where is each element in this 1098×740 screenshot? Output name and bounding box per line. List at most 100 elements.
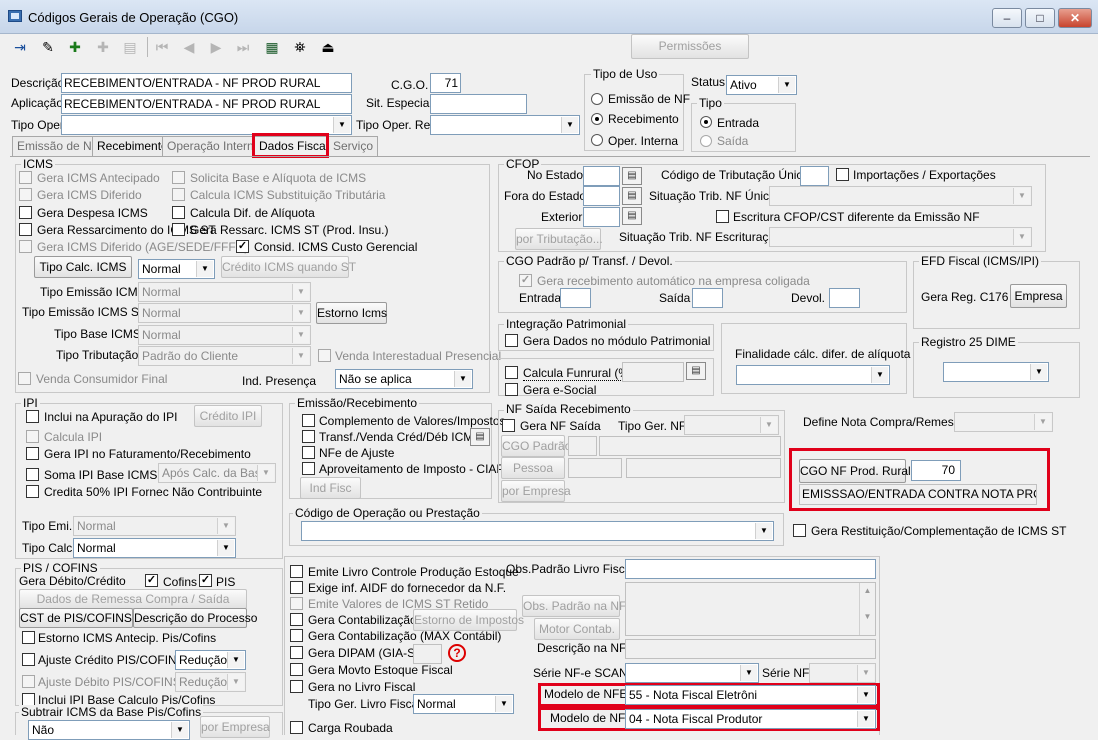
new-record-icon[interactable]: ✚ xyxy=(63,35,87,59)
codigo-operacao-select[interactable]: ▼ xyxy=(301,521,774,541)
fora-estado-label: Fora do Estado xyxy=(504,189,587,203)
search-binoculars-icon[interactable]: ⛯ xyxy=(288,35,312,59)
aplicacao-field[interactable]: RECEBIMENTO/ENTRADA - NF PROD RURAL xyxy=(61,94,352,114)
subtrair-select[interactable]: Não ▼ xyxy=(28,720,190,740)
tab-servico[interactable]: Serviço xyxy=(328,136,379,156)
cgo-nf-prod-rural-button[interactable]: CGO NF Prod. Rural xyxy=(799,459,911,483)
cgo-field[interactable]: 71 xyxy=(430,73,461,93)
minimize-button[interactable]: – xyxy=(992,8,1022,28)
efd-empresa-button[interactable]: Empresa xyxy=(1010,284,1067,308)
importacoes-checkbox[interactable] xyxy=(836,168,849,181)
obs-padrao-livro-field[interactable] xyxy=(625,559,876,579)
cgo-entrada-field[interactable] xyxy=(560,288,591,308)
aproveitamento-ciap-checkbox[interactable] xyxy=(302,462,315,475)
gera-movto-estoque-checkbox[interactable] xyxy=(290,663,303,676)
status-select[interactable]: Ativo ▼ xyxy=(726,75,797,95)
credita-50-ipi-checkbox[interactable] xyxy=(26,485,39,498)
gera-ressarcimento-icms-st-checkbox[interactable] xyxy=(19,223,32,236)
ind-presenca-select[interactable]: Não se aplica ▼ xyxy=(335,369,473,389)
tab-emissao-nf[interactable]: Emissão de NF xyxy=(12,136,105,156)
funrural-percent-field xyxy=(622,362,684,382)
sit-especial-field[interactable] xyxy=(430,94,527,114)
close-button[interactable]: ✕ xyxy=(1058,8,1092,28)
nfe-ajuste-checkbox[interactable] xyxy=(302,446,315,459)
emite-livro-controle-checkbox[interactable] xyxy=(290,565,303,578)
no-estado-list-icon[interactable]: ▤ xyxy=(622,167,642,185)
cgo-entrada-label: Entrada xyxy=(519,291,562,305)
radio-recebimento[interactable] xyxy=(591,113,603,125)
cofins-checkbox[interactable]: ✓ xyxy=(145,574,158,587)
next-record-icon: ▶ xyxy=(210,39,222,55)
tipo-calc-icms-select[interactable]: Normal ▼ xyxy=(138,259,215,279)
complemento-valores-checkbox[interactable] xyxy=(302,414,315,427)
modelo-nfe-select[interactable]: 55 - Nota Fiscal Eletrôni ▼ xyxy=(625,685,876,705)
descricao-field[interactable]: RECEBIMENTO/ENTRADA - NF PROD RURAL xyxy=(61,73,352,93)
gera-despesa-icms-checkbox[interactable] xyxy=(19,206,32,219)
calcula-dif-aliquota-checkbox[interactable] xyxy=(172,206,185,219)
fora-estado-field[interactable] xyxy=(583,186,620,206)
exterior-field[interactable] xyxy=(583,207,620,227)
cod-trib-unico-field[interactable] xyxy=(800,166,829,186)
gera-dados-patrimonial-checkbox[interactable] xyxy=(505,334,518,347)
cgo-nf-prod-rural-field[interactable]: 70 xyxy=(911,460,961,481)
estorno-icms-button[interactable]: Estorno Icms xyxy=(316,302,387,324)
inclui-apuracao-ipi-checkbox[interactable] xyxy=(26,410,39,423)
ajuste-credito-checkbox[interactable] xyxy=(22,653,35,666)
consid-icms-custo-checkbox[interactable]: ✓ xyxy=(236,240,249,253)
venda-consumidor-checkbox xyxy=(18,372,31,385)
exit-icon[interactable]: ⇥ xyxy=(8,35,32,59)
app-icon xyxy=(8,10,22,22)
registro25-select[interactable]: ▼ xyxy=(943,362,1049,382)
gera-ipi-faturamento-checkbox[interactable] xyxy=(26,447,39,460)
finalidade-select[interactable]: ▼ xyxy=(736,365,890,385)
ajuste-credito-select[interactable]: Redução ▼ xyxy=(175,650,246,670)
tipo-oper-rel-select[interactable]: ▼ xyxy=(430,115,580,135)
carga-roubada-checkbox[interactable] xyxy=(290,721,303,734)
gera-dipam-checkbox[interactable] xyxy=(290,646,303,659)
subtrair-title: Subtrair ICMS da Base Pis/Cofins xyxy=(19,705,204,719)
help-icon[interactable]: ? xyxy=(448,644,466,662)
edit-icon[interactable]: ✎ xyxy=(36,35,60,59)
serie-nfe-scan-select[interactable]: ▼ xyxy=(625,663,759,683)
tab-recebimento[interactable]: Recebimento xyxy=(92,136,173,156)
tipo-ger-livro-select[interactable]: Normal ▼ xyxy=(413,694,514,714)
cgo-padrao-button: CGO Padrão xyxy=(501,435,571,457)
modelo-nf-select[interactable]: 04 - Nota Fiscal Produtor ▼ xyxy=(625,709,876,729)
credito-icms-st-button: Crédito ICMS quando ST xyxy=(221,256,356,278)
tipo-calc-icms-button[interactable]: Tipo Calc. ICMS xyxy=(34,256,132,278)
gera-contabilizacao-checkbox[interactable] xyxy=(290,613,303,626)
radio-entrada[interactable] xyxy=(700,116,712,128)
escritura-cfop-checkbox[interactable] xyxy=(716,210,729,223)
gera-ressarc-icms-st-prod-checkbox[interactable] xyxy=(172,223,185,236)
no-estado-field[interactable] xyxy=(583,166,620,186)
eject-icon[interactable]: ⏏ xyxy=(316,35,340,59)
calcula-funrural-checkbox[interactable] xyxy=(505,366,518,379)
radio-emissao-nf[interactable] xyxy=(591,93,603,105)
descricao-processo-button[interactable]: Descrição do Processo xyxy=(133,608,257,628)
chevron-down-icon: ▼ xyxy=(1030,364,1047,380)
grid-view-icon[interactable]: ▦ xyxy=(260,35,284,59)
tipo-calc-ipi-select[interactable]: Normal ▼ xyxy=(73,538,236,558)
tipo-oper-select[interactable]: ▼ xyxy=(61,115,352,135)
gera-restituicao-checkbox[interactable] xyxy=(793,524,806,537)
chevron-down-icon: ▼ xyxy=(1013,229,1030,245)
transf-venda-cred-checkbox[interactable] xyxy=(302,430,315,443)
cgo-saida-field[interactable] xyxy=(692,288,723,308)
exige-aidf-checkbox[interactable] xyxy=(290,581,303,594)
gera-esocial-checkbox[interactable] xyxy=(505,383,518,396)
fora-estado-list-icon[interactable]: ▤ xyxy=(622,187,642,205)
cst-pis-cofins-button[interactable]: CST de PIS/COFINS xyxy=(19,608,133,628)
estorno-icms-antecip-checkbox[interactable] xyxy=(22,631,35,644)
tipo-tributacao-label: Tipo Tributação xyxy=(56,348,139,362)
cgo-devol-field[interactable] xyxy=(829,288,860,308)
first-record-icon: ⏮ xyxy=(155,39,169,55)
gera-livro-fiscal-checkbox[interactable] xyxy=(290,680,303,693)
exterior-list-icon[interactable]: ▤ xyxy=(622,207,642,225)
maximize-button[interactable]: □ xyxy=(1025,8,1055,28)
tab-operacao-interna[interactable]: Operação Interna xyxy=(162,136,266,156)
soma-ipi-base-icms-checkbox[interactable] xyxy=(26,468,39,481)
pis-checkbox[interactable]: ✓ xyxy=(199,574,212,587)
gera-nf-saida-checkbox[interactable] xyxy=(502,419,515,432)
radio-oper-interna[interactable] xyxy=(591,134,603,146)
gera-contabilizacao-max-checkbox[interactable] xyxy=(290,629,303,642)
